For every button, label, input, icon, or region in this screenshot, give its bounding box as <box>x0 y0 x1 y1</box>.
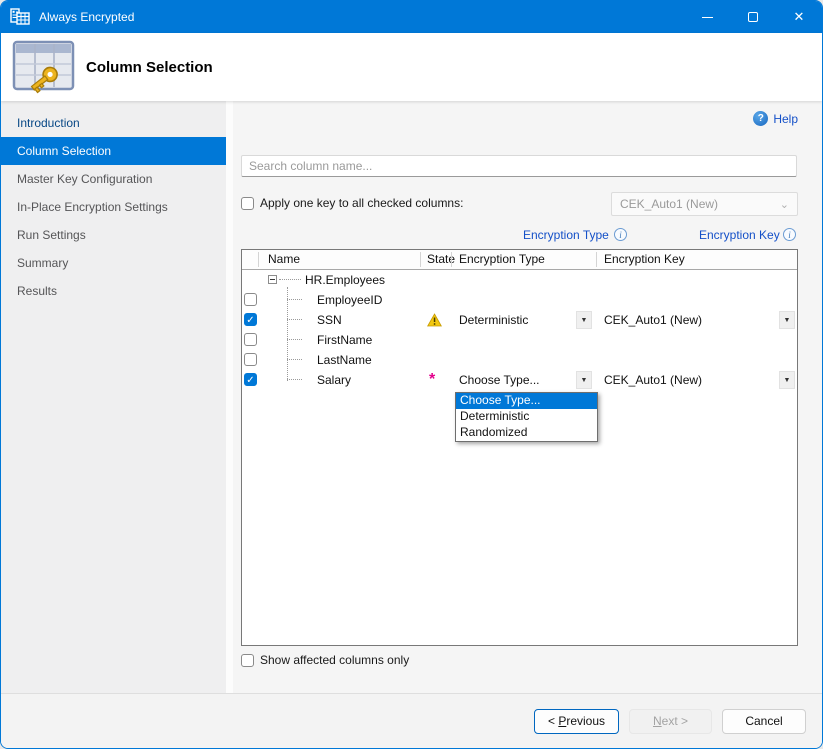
wizard-steps-sidebar: Introduction Column Selection Master Key… <box>1 101 226 693</box>
encryption-type-value-ssn[interactable]: Deterministic <box>459 313 528 327</box>
next-button[interactable]: Next > <box>629 709 712 734</box>
dropdown-arrow-icon: ▼ <box>581 377 588 384</box>
previous-button[interactable]: < Previous <box>534 709 619 734</box>
sidebar-item-in-place-encryption-settings[interactable]: In-Place Encryption Settings <box>1 193 226 221</box>
dropdown-option-deterministic[interactable]: Deterministic <box>456 409 597 425</box>
sidebar-item-summary[interactable]: Summary <box>1 249 226 277</box>
table-row-firstname: FirstName <box>242 330 797 350</box>
tree-dots <box>287 379 302 380</box>
minimize-icon <box>702 17 713 18</box>
table-row-salary: ✓ Salary * Choose Type... ▼ CEK_Auto1 (N… <box>242 370 797 390</box>
tree-dots <box>287 339 302 340</box>
wizard-footer: < Previous Next > Cancel <box>1 693 822 748</box>
table-row-hr-employees: HR.Employees <box>242 270 797 290</box>
maximize-icon <box>748 12 758 22</box>
table-row-lastname: LastName <box>242 350 797 370</box>
dropdown-option-choose-type[interactable]: Choose Type... <box>456 393 597 409</box>
row-checkbox-firstname[interactable] <box>244 333 257 346</box>
column-separator[interactable] <box>451 252 452 267</box>
encryption-key-info-icon[interactable]: i <box>783 228 796 241</box>
column-separator[interactable] <box>420 252 421 267</box>
tree-dots <box>287 359 302 360</box>
wizard-app-icon <box>10 8 30 26</box>
apply-one-key-checkbox[interactable] <box>241 197 254 210</box>
encryption-type-value-salary[interactable]: Choose Type... <box>459 373 540 387</box>
table-name-cell[interactable]: HR.Employees <box>305 273 385 287</box>
table-name-cell[interactable]: FirstName <box>317 333 372 347</box>
sidebar-divider <box>226 101 233 693</box>
help-label: Help <box>773 112 798 126</box>
dropdown-option-randomized[interactable]: Randomized <box>456 425 597 441</box>
sidebar-item-column-selection[interactable]: Column Selection <box>1 137 226 165</box>
show-affected-columns-label: Show affected columns only <box>260 653 409 667</box>
help-link[interactable]: ? Help <box>753 111 798 126</box>
tree-dots <box>279 279 301 280</box>
master-key-combobox[interactable]: CEK_Auto1 (New) ⌄ <box>611 192 798 216</box>
warning-icon <box>427 313 442 327</box>
table-key-icon <box>12 40 75 95</box>
table-row-ssn: ✓ SSN Deterministic ▼ CEK_Auto1 (New) ▼ <box>242 310 797 330</box>
dropdown-arrow-icon: ▼ <box>784 317 791 324</box>
search-column-input[interactable] <box>241 155 797 177</box>
sidebar-item-run-settings[interactable]: Run Settings <box>1 221 226 249</box>
row-checkbox-employeeid[interactable] <box>244 293 257 306</box>
encryption-key-link[interactable]: Encryption Key <box>699 228 780 242</box>
dropdown-arrow-icon: ▼ <box>581 317 588 324</box>
row-checkbox-ssn[interactable]: ✓ <box>244 313 257 326</box>
tree-dots <box>287 319 302 320</box>
title-bar: Always Encrypted ✕ <box>1 1 822 33</box>
always-encrypted-wizard-window: Always Encrypted ✕ Column Selection Intr <box>0 0 823 749</box>
table-name-cell[interactable]: Salary <box>317 373 351 387</box>
header-encryption-type[interactable]: Encryption Type <box>459 252 545 266</box>
chevron-down-icon: ⌄ <box>780 198 789 211</box>
sidebar-item-results[interactable]: Results <box>1 277 226 305</box>
columns-grid: Name State Encryption Type Encryption Ke… <box>241 249 798 646</box>
table-row-employeeid: EmployeeID <box>242 290 797 310</box>
minimize-button[interactable] <box>684 1 730 33</box>
column-selection-panel: ? Help Apply one key to all checked colu… <box>233 101 822 693</box>
dropdown-arrow-icon: ▼ <box>784 377 791 384</box>
apply-one-key-label: Apply one key to all checked columns: <box>260 196 463 210</box>
encryption-type-dropdown-button-ssn[interactable]: ▼ <box>576 311 592 329</box>
page-header: Column Selection <box>1 33 822 101</box>
show-affected-columns-checkbox[interactable] <box>241 654 254 667</box>
encryption-type-open-dropdown: Choose Type... Deterministic Randomized <box>455 392 598 442</box>
encryption-key-value-salary[interactable]: CEK_Auto1 (New) <box>604 373 702 387</box>
required-icon: * <box>429 371 435 389</box>
encryption-type-dropdown-button-salary[interactable]: ▼ <box>576 371 592 389</box>
row-checkbox-salary[interactable]: ✓ <box>244 373 257 386</box>
encryption-key-dropdown-button-ssn[interactable]: ▼ <box>779 311 795 329</box>
encryption-key-dropdown-button-salary[interactable]: ▼ <box>779 371 795 389</box>
tree-collapse-icon[interactable] <box>268 275 277 284</box>
table-name-cell[interactable]: SSN <box>317 313 342 327</box>
sidebar-item-introduction[interactable]: Introduction <box>1 109 226 137</box>
header-name[interactable]: Name <box>268 252 300 266</box>
help-icon: ? <box>753 111 768 126</box>
close-button[interactable]: ✕ <box>776 1 822 33</box>
close-icon: ✕ <box>794 9 805 25</box>
header-encryption-key[interactable]: Encryption Key <box>604 252 685 266</box>
grid-header: Name State Encryption Type Encryption Ke… <box>242 250 797 270</box>
cancel-button[interactable]: Cancel <box>722 709 806 734</box>
column-separator[interactable] <box>596 252 597 267</box>
maximize-button[interactable] <box>730 1 776 33</box>
window-title: Always Encrypted <box>39 10 684 24</box>
sidebar-item-master-key-configuration[interactable]: Master Key Configuration <box>1 165 226 193</box>
column-separator <box>258 252 259 267</box>
master-key-value: CEK_Auto1 (New) <box>620 197 718 211</box>
encryption-type-link[interactable]: Encryption Type <box>523 228 609 242</box>
table-name-cell[interactable]: EmployeeID <box>317 293 382 307</box>
encryption-key-value-ssn[interactable]: CEK_Auto1 (New) <box>604 313 702 327</box>
encryption-type-info-icon[interactable]: i <box>614 228 627 241</box>
tree-dots <box>287 299 302 300</box>
page-title: Column Selection <box>86 59 213 76</box>
row-checkbox-lastname[interactable] <box>244 353 257 366</box>
table-name-cell[interactable]: LastName <box>317 353 372 367</box>
